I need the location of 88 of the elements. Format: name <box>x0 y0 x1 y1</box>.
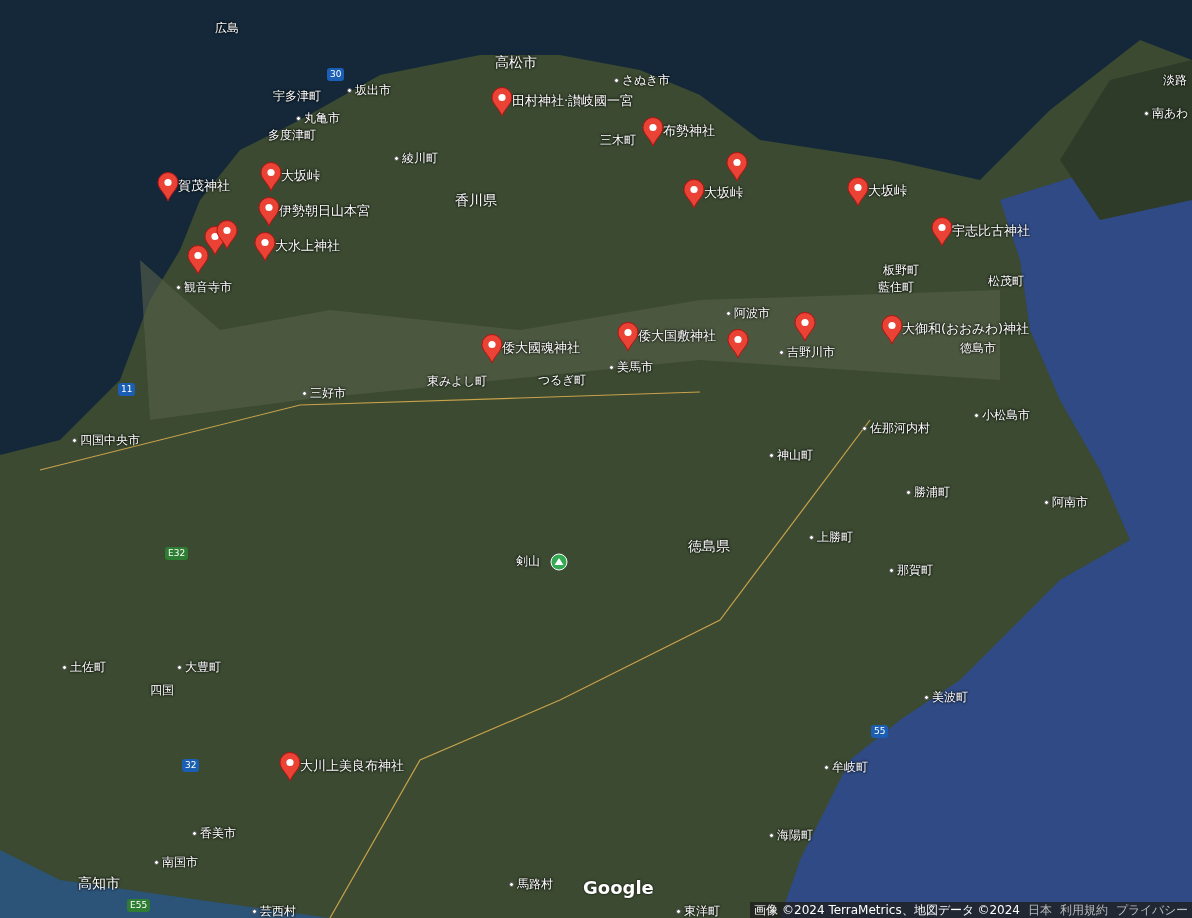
place-label: 大豊町 <box>185 661 221 673</box>
place-label: 香美市 <box>200 827 236 839</box>
place-label: 小松島市 <box>982 409 1030 421</box>
place-label: 南国市 <box>162 856 198 868</box>
map-pin-icon[interactable] <box>187 245 209 275</box>
place-label: 香川県 <box>455 193 497 207</box>
place-label: 佐那河内村 <box>870 422 930 434</box>
road-shield: 55 <box>871 725 889 738</box>
mountain-peak-icon <box>550 553 568 571</box>
map-pin-icon[interactable] <box>157 172 179 202</box>
pin-label: 大水上神社 <box>275 239 340 252</box>
pin-label: 伊勢朝日山本宮 <box>279 204 370 217</box>
road-shield: E32 <box>165 547 189 560</box>
place-label: つるぎ町 <box>538 374 586 386</box>
place-label: 徳島県 <box>688 539 730 553</box>
place-label: 南あわ <box>1152 107 1188 119</box>
map-pin-icon[interactable] <box>881 315 903 345</box>
place-label: 剣山 <box>516 555 540 567</box>
pin-label: 大坂峠 <box>868 184 907 197</box>
pin-label: 賀茂神社 <box>178 179 230 192</box>
pin-label: 田村神社·讃岐國一宮 <box>512 94 634 107</box>
attribution-link[interactable]: プライバシー <box>1116 904 1188 916</box>
map-pin-icon[interactable] <box>254 232 276 262</box>
place-label: 高松市 <box>495 55 537 69</box>
attribution-link[interactable]: 利用規約 <box>1060 904 1108 916</box>
place-label: 美波町 <box>932 691 968 703</box>
place-label: 三好市 <box>310 387 346 399</box>
map-pin-icon[interactable] <box>794 312 816 342</box>
place-label: 上勝町 <box>817 531 853 543</box>
place-label: 美馬市 <box>617 361 653 373</box>
place-label: 那賀町 <box>897 564 933 576</box>
place-label: 四国中央市 <box>80 434 140 446</box>
map-pin-icon[interactable] <box>258 197 280 227</box>
attribution-text: 画像 ©2024 TerraMetrics、地図データ ©2024 <box>754 904 1020 916</box>
map-pin-icon[interactable] <box>727 329 749 359</box>
pin-label: 宇志比古神社 <box>952 224 1030 237</box>
place-label: 東洋町 <box>684 905 720 917</box>
attribution-link[interactable]: 日本 <box>1028 904 1052 916</box>
place-label: 淡路 <box>1163 74 1187 86</box>
place-label: 徳島市 <box>960 342 996 354</box>
place-label: 広島 <box>215 22 239 34</box>
map-pin-icon[interactable] <box>642 117 664 147</box>
place-label: 海陽町 <box>777 829 813 841</box>
road-shield: 30 <box>327 68 345 81</box>
place-label: 土佐町 <box>70 661 106 673</box>
place-label: さぬき市 <box>622 74 670 86</box>
place-label: 馬路村 <box>517 878 553 890</box>
place-label: 板野町 <box>883 264 919 276</box>
place-label: 三木町 <box>600 134 636 146</box>
place-label: 阿南市 <box>1052 496 1088 508</box>
place-label: 綾川町 <box>402 152 438 164</box>
map-pin-icon[interactable] <box>279 752 301 782</box>
map-pin-icon[interactable] <box>683 179 705 209</box>
pin-label: 倭大国敷神社 <box>638 329 716 342</box>
map-pin-icon[interactable] <box>726 152 748 182</box>
place-label: 四国 <box>150 684 174 696</box>
map-pin-icon[interactable] <box>931 217 953 247</box>
place-label: 神山町 <box>777 449 813 461</box>
map-pin-icon[interactable] <box>847 177 869 207</box>
place-label: 藍住町 <box>878 281 914 293</box>
place-label: 牟岐町 <box>832 761 868 773</box>
pin-label: 倭大國魂神社 <box>502 341 580 354</box>
map-pin-icon[interactable] <box>617 322 639 352</box>
pin-label: 布勢神社 <box>663 124 715 137</box>
pin-label: 大坂峠 <box>281 169 320 182</box>
place-label: 丸亀市 <box>304 112 340 124</box>
place-label: 勝浦町 <box>914 486 950 498</box>
map-logo: Google <box>583 876 654 900</box>
pin-label: 大川上美良布神社 <box>300 759 404 772</box>
place-label: 坂出市 <box>355 84 391 96</box>
place-label: 高知市 <box>78 876 120 890</box>
place-label: 松茂町 <box>988 275 1024 287</box>
place-label: 芸西村 <box>260 905 296 917</box>
road-shield: E55 <box>127 899 151 912</box>
map-pin-icon[interactable] <box>216 220 238 250</box>
map-pin-icon[interactable] <box>260 162 282 192</box>
place-label: 東みよし町 <box>427 375 487 387</box>
road-shield: 32 <box>182 759 200 772</box>
place-label: 観音寺市 <box>184 281 232 293</box>
pin-label: 大御和(おおみわ)神社 <box>902 322 1030 335</box>
road-shield: 11 <box>118 383 136 396</box>
place-label: 阿波市 <box>734 307 770 319</box>
place-label: 吉野川市 <box>787 346 835 358</box>
place-label: 宇多津町 <box>273 90 321 102</box>
map-pin-icon[interactable] <box>481 334 503 364</box>
place-label: 多度津町 <box>268 129 316 141</box>
map-pin-icon[interactable] <box>491 87 513 117</box>
pin-label: 大坂峠 <box>704 186 743 199</box>
